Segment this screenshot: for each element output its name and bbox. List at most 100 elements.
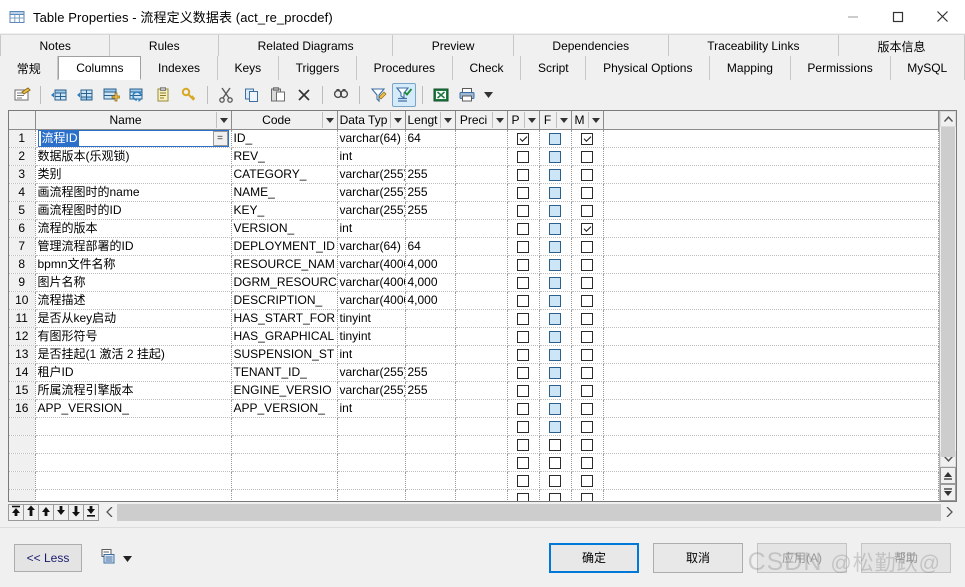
cell-precision[interactable]: [455, 165, 508, 184]
move-up-top-button[interactable]: [23, 503, 39, 521]
copy-icon[interactable]: [240, 83, 264, 107]
cell-code[interactable]: REV_: [231, 147, 338, 166]
column-header-f[interactable]: F: [539, 111, 572, 130]
checkbox[interactable]: [517, 294, 529, 307]
cell-precision[interactable]: [455, 147, 508, 166]
cell-length[interactable]: [405, 309, 456, 328]
cell-primary[interactable]: [507, 273, 540, 292]
checkbox[interactable]: [517, 276, 529, 289]
horizontal-scroll-track[interactable]: [117, 503, 941, 521]
cell-mandatory[interactable]: [571, 417, 604, 436]
name-edit-field[interactable]: 流程ID =: [37, 130, 229, 147]
table-row[interactable]: [9, 471, 939, 490]
checkbox[interactable]: [517, 258, 529, 271]
cell-primary[interactable]: [507, 129, 540, 148]
chevron-down-icon[interactable]: [523, 112, 539, 128]
scroll-up-button[interactable]: [940, 111, 956, 127]
cell-foreign[interactable]: [539, 237, 572, 256]
toolbar-dropdown-icon[interactable]: [481, 84, 495, 106]
checkbox[interactable]: [517, 420, 529, 433]
cell-length[interactable]: 64: [405, 129, 456, 148]
cell-data-type[interactable]: int: [337, 345, 406, 364]
checkbox[interactable]: [517, 312, 529, 325]
checkbox[interactable]: [549, 186, 561, 199]
excel-export-icon[interactable]: [429, 83, 453, 107]
checkbox[interactable]: [517, 150, 529, 163]
cell-foreign[interactable]: [539, 435, 572, 454]
cell-length[interactable]: 64: [405, 237, 456, 256]
cell-name[interactable]: [35, 453, 232, 472]
cell-data-type[interactable]: varchar(255): [337, 165, 406, 184]
tab-rules[interactable]: Rules: [110, 35, 220, 57]
column-header-code[interactable]: Code: [231, 111, 338, 130]
cell-data-type[interactable]: varchar(64): [337, 237, 406, 256]
cell-primary[interactable]: [507, 147, 540, 166]
go-first-button[interactable]: [8, 503, 24, 521]
cell-data-type[interactable]: tinyint: [337, 327, 406, 346]
cell-name[interactable]: 有图形符号: [35, 327, 232, 346]
cell-length[interactable]: 4,000: [405, 291, 456, 310]
checkbox[interactable]: [581, 420, 593, 433]
cell-mandatory[interactable]: [571, 489, 604, 501]
checkbox[interactable]: [517, 132, 529, 145]
checkbox[interactable]: [581, 438, 593, 451]
cell-name[interactable]: 数据版本(乐观锁): [35, 147, 232, 166]
cell-name[interactable]: 所属流程引擎版本: [35, 381, 232, 400]
checkbox[interactable]: [517, 384, 529, 397]
cell-precision[interactable]: [455, 417, 508, 436]
checkbox[interactable]: [581, 240, 593, 253]
cell-mandatory[interactable]: [571, 219, 604, 238]
cell-precision[interactable]: [455, 381, 508, 400]
cell-mandatory[interactable]: [571, 381, 604, 400]
checkbox[interactable]: [581, 222, 593, 235]
cell-code[interactable]: DGRM_RESOURC: [231, 273, 338, 292]
go-last-button[interactable]: [83, 503, 99, 521]
less-button[interactable]: << Less: [14, 543, 82, 572]
table-row[interactable]: [9, 453, 939, 472]
cancel-button[interactable]: 取消: [653, 542, 743, 573]
cell-precision[interactable]: [455, 237, 508, 256]
chevron-down-icon[interactable]: [491, 112, 507, 128]
cell-name[interactable]: APP_VERSION_: [35, 399, 232, 418]
cell-code[interactable]: ID_: [231, 129, 338, 148]
table-row[interactable]: 5 画流程图时的ID KEY_ varchar(255) 255: [9, 201, 939, 220]
cell-mandatory[interactable]: [571, 165, 604, 184]
cell-name[interactable]: 画流程图时的name: [35, 183, 232, 202]
checkbox[interactable]: [549, 258, 561, 271]
cell-length[interactable]: 255: [405, 183, 456, 202]
cell-data-type[interactable]: varchar(4000: [337, 291, 406, 310]
tab-related-diagrams[interactable]: Related Diagrams: [219, 35, 394, 57]
tab-indexes[interactable]: Indexes: [141, 56, 218, 80]
cut-icon[interactable]: [214, 83, 238, 107]
cell-length[interactable]: [405, 345, 456, 364]
delete-icon[interactable]: [292, 83, 316, 107]
table-row[interactable]: 9 图片名称 DGRM_RESOURC varchar(4000 4,000: [9, 273, 939, 292]
cell-foreign[interactable]: [539, 381, 572, 400]
checkbox[interactable]: [549, 420, 561, 433]
cell-mandatory[interactable]: [571, 237, 604, 256]
cell-length[interactable]: 255: [405, 363, 456, 382]
cell-name[interactable]: [35, 435, 232, 454]
cell-mandatory[interactable]: [571, 129, 604, 148]
cell-code[interactable]: DESCRIPTION_: [231, 291, 338, 310]
cell-precision[interactable]: [455, 273, 508, 292]
cell-data-type[interactable]: [337, 489, 406, 501]
checkbox[interactable]: [517, 186, 529, 199]
table-row[interactable]: 3 类别 CATEGORY_ varchar(255) 255: [9, 165, 939, 184]
grid-scroll-area[interactable]: Name Code Data Typ Lengt Preci P F M 1 流程ID = ID_ v…: [9, 111, 939, 501]
cell-length[interactable]: [405, 327, 456, 346]
checkbox[interactable]: [549, 330, 561, 343]
table-row[interactable]: 7 管理流程部署的ID DEPLOYMENT_ID varchar(64) 64: [9, 237, 939, 256]
cell-primary[interactable]: [507, 327, 540, 346]
cell-primary[interactable]: [507, 165, 540, 184]
checkbox[interactable]: [549, 168, 561, 181]
cell-name[interactable]: 画流程图时的ID: [35, 201, 232, 220]
tab-permissions[interactable]: Permissions: [790, 56, 891, 80]
cell-code[interactable]: [231, 471, 338, 490]
tab-preview[interactable]: Preview: [393, 35, 514, 57]
cell-foreign[interactable]: [539, 165, 572, 184]
checkbox[interactable]: [517, 240, 529, 253]
checkbox[interactable]: [581, 384, 593, 397]
clipboard-icon[interactable]: [151, 83, 175, 107]
replace-column-icon[interactable]: [125, 83, 149, 107]
